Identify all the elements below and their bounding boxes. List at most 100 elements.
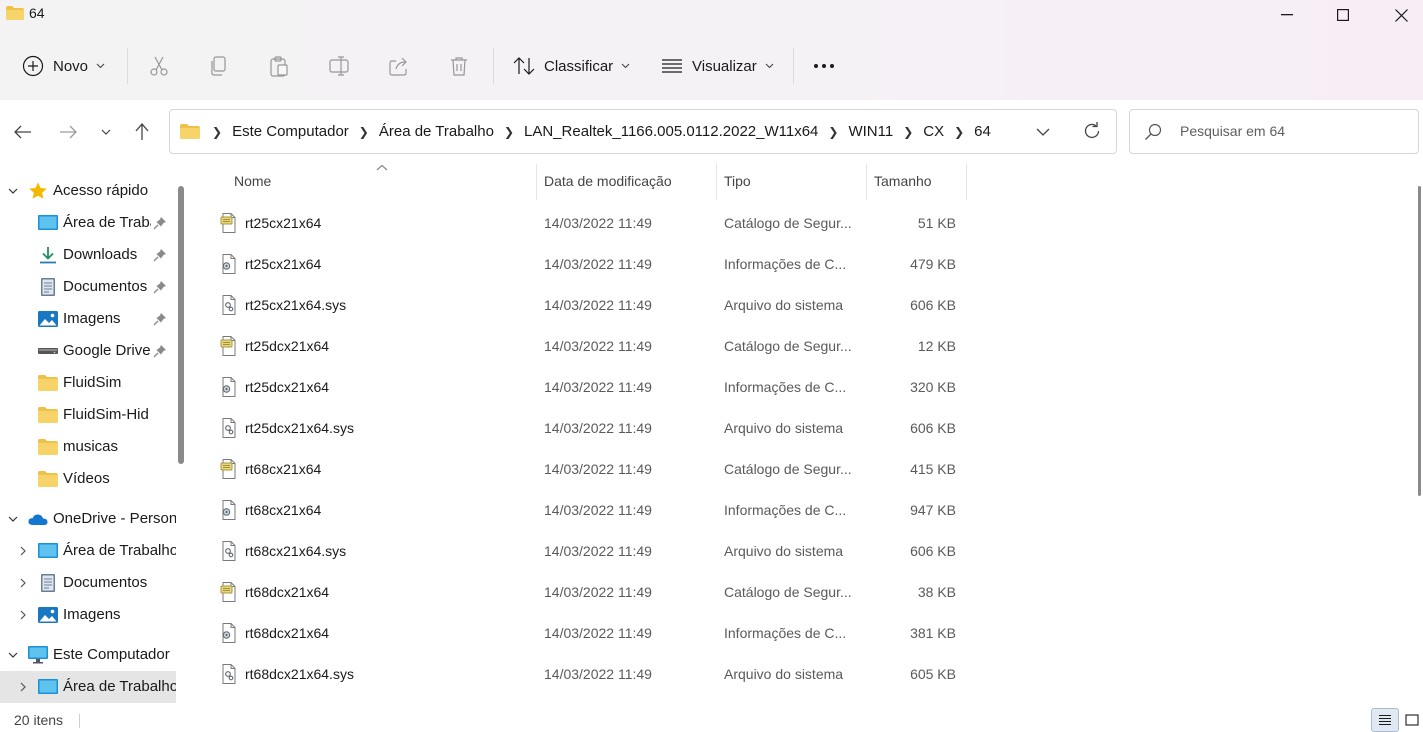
nav-item-onedrive[interactable]: OneDrive - Person — [0, 503, 176, 535]
view-label: Visualizar — [692, 57, 757, 75]
file-date: 14/03/2022 11:49 — [544, 338, 652, 354]
file-date: 14/03/2022 11:49 — [544, 420, 652, 436]
breadcrumb-item[interactable]: Área de Trabalho — [379, 123, 494, 140]
file-name: rt25cx21x64 — [245, 256, 322, 272]
breadcrumb-item[interactable]: WIN11 — [848, 123, 893, 140]
file-row[interactable]: rt68cx21x64.sys 14/03/2022 11:49 Arquivo d… — [212, 531, 972, 572]
sort-icon — [513, 57, 535, 75]
nav-item-onedrive-desktop[interactable]: Área de Trabalho — [0, 535, 176, 567]
nav-item-videos[interactable]: Vídeos — [0, 463, 176, 495]
nav-item-google-drive[interactable]: Google Drive — [0, 335, 176, 367]
file-row[interactable]: rt25cx21x64.sys 14/03/2022 11:49 Arquivo d… — [212, 285, 972, 326]
close-button[interactable] — [1372, 0, 1423, 30]
nav-item-pc-desktop[interactable]: Área de Trabalho — [0, 671, 176, 703]
nav-item-onedrive-documents[interactable]: Documentos — [0, 567, 176, 599]
file-row[interactable]: rt68dcx21x64 14/03/2022 11:49 Informações … — [212, 613, 972, 654]
cut-button[interactable] — [148, 40, 170, 92]
file-icon — [220, 213, 238, 236]
file-row[interactable]: rt25dcx21x64.sys 14/03/2022 11:49 Arquivo … — [212, 408, 972, 449]
chevron-right-icon: ❯ — [503, 124, 514, 139]
minimize-icon — [1281, 14, 1293, 16]
content-scrollbar-thumb[interactable] — [1418, 186, 1421, 496]
search-icon — [1145, 123, 1162, 140]
nav-item-fluidsim[interactable]: FluidSim — [0, 367, 176, 399]
file-row[interactable]: rt68cx21x64 14/03/2022 11:49 Catálogo de S… — [212, 449, 972, 490]
back-button[interactable] — [10, 120, 36, 144]
pin-icon[interactable] — [153, 248, 167, 262]
nav-item-quick-access[interactable]: Acesso rápido — [0, 175, 176, 207]
recent-locations-button[interactable] — [93, 120, 119, 144]
new-button[interactable]: Novo — [22, 40, 105, 92]
pin-icon[interactable] — [153, 312, 167, 326]
toolbar-divider — [127, 48, 128, 84]
view-button[interactable]: Visualizar — [661, 40, 774, 92]
file-icon — [220, 254, 238, 277]
nav-item-documents[interactable]: Documentos — [0, 271, 176, 303]
address-bar[interactable]: ❯ Este Computador ❯ Área de Trabalho ❯ L… — [169, 109, 1117, 154]
file-name: rt25dcx21x64 — [245, 338, 330, 354]
address-history-button[interactable] — [1036, 122, 1050, 145]
nav-label: FluidSim-Hid — [63, 406, 149, 423]
breadcrumb-item[interactable]: Este Computador — [232, 123, 349, 140]
minimize-button[interactable] — [1258, 0, 1316, 30]
details-view-button[interactable] — [1371, 708, 1399, 732]
share-button[interactable] — [388, 40, 410, 92]
navigation-pane: Acesso rápido Área de Trabalho Downloads… — [0, 164, 192, 706]
tiles-view-icon — [1404, 714, 1419, 726]
file-row[interactable]: rt25dcx21x64 14/03/2022 11:49 Informações … — [212, 367, 972, 408]
pin-icon[interactable] — [153, 344, 167, 358]
breadcrumb-item[interactable]: LAN_Realtek_1166.005.0112.2022_W11x64 — [524, 123, 818, 140]
file-icon — [220, 418, 238, 441]
chevron-right-icon — [20, 546, 26, 556]
image-icon — [38, 311, 58, 327]
chevron-right-icon: ❯ — [828, 124, 839, 139]
refresh-button[interactable] — [1082, 121, 1102, 144]
setup-info-icon — [222, 254, 236, 274]
nav-item-fluidsim-hid[interactable]: FluidSim-Hid — [0, 399, 176, 431]
file-date: 14/03/2022 11:49 — [544, 625, 652, 641]
rename-button[interactable] — [328, 40, 350, 92]
status-divider — [79, 714, 80, 728]
maximize-button[interactable] — [1314, 0, 1372, 30]
nav-item-desktop[interactable]: Área de Trabalho — [0, 207, 176, 239]
forward-button[interactable] — [55, 120, 81, 144]
breadcrumb-item[interactable]: CX — [923, 123, 944, 140]
copy-button[interactable] — [208, 40, 230, 92]
sort-button[interactable]: Classificar — [513, 40, 630, 92]
nav-item-musicas[interactable]: musicas — [0, 431, 176, 463]
file-icon — [220, 623, 238, 646]
pin-icon[interactable] — [153, 216, 167, 230]
nav-item-this-pc[interactable]: Este Computador — [0, 639, 176, 671]
column-header-size[interactable]: Tamanho — [867, 164, 966, 200]
column-divider[interactable] — [966, 164, 967, 200]
file-row[interactable]: rt25cx21x64 14/03/2022 11:49 Catálogo de S… — [212, 203, 972, 244]
search-input[interactable]: Pesquisar em 64 — [1129, 109, 1419, 154]
file-row[interactable]: rt25dcx21x64 14/03/2022 11:49 Catálogo de … — [212, 326, 972, 367]
paste-button[interactable] — [268, 40, 290, 92]
file-row[interactable]: rt68dcx21x64.sys 14/03/2022 11:49 Arquivo … — [212, 654, 972, 695]
more-options-button[interactable] — [813, 40, 835, 92]
pin-icon[interactable] — [153, 280, 167, 294]
file-size: 12 KB — [917, 338, 956, 354]
folder-icon — [38, 407, 58, 423]
nav-item-downloads[interactable]: Downloads — [0, 239, 176, 271]
delete-button[interactable] — [448, 40, 470, 92]
column-header-date[interactable]: Data de modificação — [537, 164, 717, 200]
list-view-icon — [662, 59, 682, 73]
arrow-left-icon — [14, 125, 31, 139]
file-icon — [220, 377, 238, 400]
nav-label: Documentos — [63, 574, 148, 591]
up-button[interactable] — [129, 120, 155, 144]
breadcrumb-item[interactable]: 64 — [974, 123, 991, 140]
nav-item-images[interactable]: Imagens — [0, 303, 176, 335]
file-row[interactable]: rt68dcx21x64 14/03/2022 11:49 Catálogo de … — [212, 572, 972, 613]
column-header-name[interactable]: Nome — [192, 164, 536, 200]
file-row[interactable]: rt68cx21x64 14/03/2022 11:49 Informações d… — [212, 490, 972, 531]
nav-scrollbar-thumb[interactable] — [178, 186, 184, 464]
tiles-view-button[interactable] — [1400, 708, 1423, 732]
item-count: 20 itens — [14, 712, 64, 728]
file-row[interactable]: rt25cx21x64 14/03/2022 11:49 Informações d… — [212, 244, 972, 285]
nav-item-onedrive-images[interactable]: Imagens — [0, 599, 176, 631]
chevron-down-icon — [8, 652, 18, 658]
column-header-type[interactable]: Tipo — [717, 164, 866, 200]
